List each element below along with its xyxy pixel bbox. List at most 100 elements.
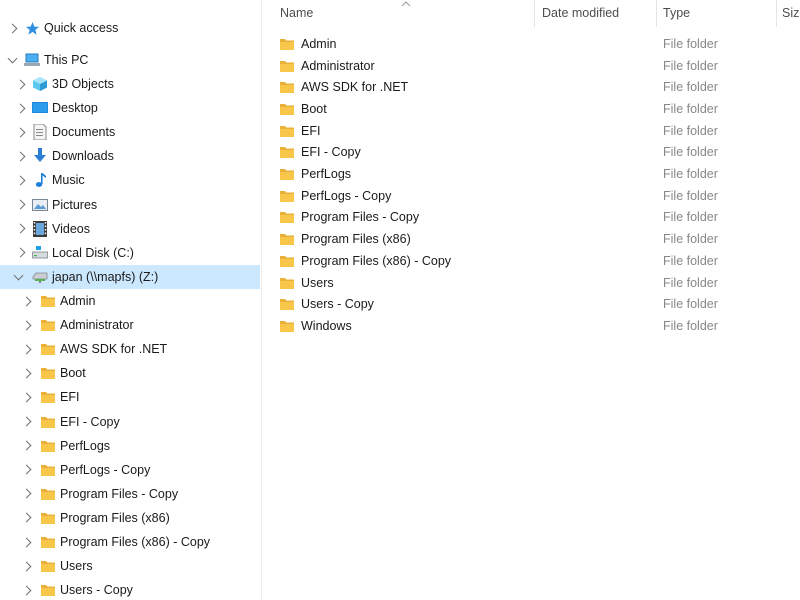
file-name: Program Files (x86) xyxy=(301,232,411,247)
network-drive-icon xyxy=(32,269,48,285)
chevron-right-icon[interactable] xyxy=(14,149,26,163)
nav-folder-label: Program Files (x86) - Copy xyxy=(60,535,211,549)
column-header-type[interactable]: Type xyxy=(663,0,690,27)
file-row[interactable]: Program Files (x86) File folder xyxy=(279,228,799,250)
file-name: EFI xyxy=(301,123,321,138)
nav-item-network-drive[interactable]: japan (\\mapfs) (Z:) xyxy=(0,265,260,289)
nav-item[interactable]: Music xyxy=(0,168,260,192)
chevron-right-icon[interactable] xyxy=(14,101,26,115)
documents-icon xyxy=(32,124,48,141)
nav-folder-label: Program Files - Copy xyxy=(60,486,179,501)
file-row[interactable]: Boot File folder xyxy=(279,98,799,120)
downloads-icon xyxy=(32,148,48,164)
nav-folder-item[interactable]: EFI xyxy=(0,385,260,409)
file-row[interactable]: EFI - Copy File folder xyxy=(279,142,799,164)
star-icon xyxy=(24,20,40,36)
file-type: File folder xyxy=(663,123,718,138)
file-row[interactable]: Windows File folder xyxy=(279,315,799,337)
nav-folder-item[interactable]: PerfLogs xyxy=(0,434,260,458)
nav-item[interactable]: 3D Objects xyxy=(0,72,260,96)
chevron-down-icon[interactable] xyxy=(12,270,24,284)
folder-icon xyxy=(40,558,56,574)
file-name: Program Files - Copy xyxy=(301,210,420,225)
nav-folder-item[interactable]: PerfLogs - Copy xyxy=(0,458,260,482)
chevron-right-icon[interactable] xyxy=(20,463,32,477)
nav-item-this-pc[interactable]: This PC xyxy=(0,48,260,72)
file-row[interactable]: Users File folder xyxy=(279,272,799,294)
column-header-name[interactable]: Name xyxy=(280,0,313,27)
nav-folder-item[interactable]: Administrator xyxy=(0,313,260,337)
chevron-down-icon[interactable] xyxy=(6,53,18,67)
chevron-right-icon[interactable] xyxy=(14,173,26,187)
nav-item-quick-access[interactable]: Quick access xyxy=(0,16,260,40)
file-name: AWS SDK for .NET xyxy=(301,80,409,95)
chevron-right-icon[interactable] xyxy=(20,318,32,332)
chevron-right-icon[interactable] xyxy=(14,222,26,236)
column-headers: Name Date modified Type Size xyxy=(263,0,800,27)
file-row[interactable]: Users - Copy File folder xyxy=(279,293,799,315)
column-header-date-modified[interactable]: Date modified xyxy=(542,0,619,27)
file-row[interactable]: PerfLogs File folder xyxy=(279,163,799,185)
chevron-right-icon[interactable] xyxy=(20,439,32,453)
file-row[interactable]: Program Files (x86) - Copy File folder xyxy=(279,250,799,272)
chevron-right-icon[interactable] xyxy=(20,583,32,597)
column-divider[interactable] xyxy=(656,0,657,27)
pictures-icon xyxy=(32,197,48,213)
file-row[interactable]: PerfLogs - Copy File folder xyxy=(279,185,799,207)
folder-icon xyxy=(40,365,56,381)
file-row[interactable]: Program Files - Copy File folder xyxy=(279,207,799,229)
chevron-right-icon[interactable] xyxy=(14,198,26,212)
nav-item[interactable]: Pictures xyxy=(0,193,260,217)
file-type: File folder xyxy=(663,318,718,333)
file-row[interactable]: EFI File folder xyxy=(279,120,799,142)
chevron-right-icon[interactable] xyxy=(6,21,18,35)
chevron-right-icon[interactable] xyxy=(14,125,26,139)
chevron-right-icon[interactable] xyxy=(20,535,32,549)
folder-icon xyxy=(40,317,56,333)
chevron-right-icon[interactable] xyxy=(20,294,32,308)
file-row[interactable]: Administrator File folder xyxy=(279,55,799,77)
column-header-size[interactable]: Size xyxy=(782,0,800,27)
nav-folder-item[interactable]: Users - Copy xyxy=(0,578,260,600)
folder-icon xyxy=(40,534,56,550)
chevron-right-icon[interactable] xyxy=(20,511,32,525)
chevron-right-icon[interactable] xyxy=(20,415,32,429)
sort-ascending-icon xyxy=(401,1,411,7)
nav-item[interactable]: Videos xyxy=(0,217,260,241)
nav-label-network-drive: japan (\\mapfs) (Z:) xyxy=(52,270,159,284)
nav-folder-item[interactable]: EFI - Copy xyxy=(0,410,260,434)
chevron-right-icon[interactable] xyxy=(20,559,32,573)
nav-folder-label: EFI - Copy xyxy=(60,414,120,429)
nav-folder-label: Users - Copy xyxy=(60,583,133,598)
file-row[interactable]: Admin File folder xyxy=(279,33,799,55)
nav-folder-item[interactable]: Program Files (x86) - Copy xyxy=(0,530,260,554)
file-list[interactable]: Name Date modified Type Size Admin File f… xyxy=(263,0,800,600)
computer-icon xyxy=(24,52,40,68)
chevron-right-icon[interactable] xyxy=(20,342,32,356)
chevron-right-icon[interactable] xyxy=(20,390,32,404)
nav-folder-item[interactable]: Boot xyxy=(0,361,260,385)
nav-item[interactable]: Downloads xyxy=(0,144,260,168)
file-type: File folder xyxy=(663,232,718,247)
nav-folder-item[interactable]: Admin xyxy=(0,289,260,313)
column-divider[interactable] xyxy=(776,0,777,27)
nav-item-label: Videos xyxy=(52,221,90,236)
nav-folder-item[interactable]: Program Files (x86) xyxy=(0,506,260,530)
chevron-right-icon[interactable] xyxy=(20,366,32,380)
nav-item[interactable]: Documents xyxy=(0,120,260,144)
nav-folder-item[interactable]: Program Files - Copy xyxy=(0,482,260,506)
music-icon xyxy=(32,172,48,188)
folder-icon xyxy=(279,37,295,51)
file-row[interactable]: AWS SDK for .NET File folder xyxy=(279,76,799,98)
folder-icon xyxy=(279,167,295,181)
chevron-right-icon[interactable] xyxy=(20,487,32,501)
navigation-pane[interactable]: Quick access This PC 3D Objects Desktop Do… xyxy=(0,0,262,600)
nav-folder-item[interactable]: AWS SDK for .NET xyxy=(0,337,260,361)
file-name: Admin xyxy=(301,36,337,51)
nav-item[interactable]: Desktop xyxy=(0,96,260,120)
nav-folder-item[interactable]: Users xyxy=(0,554,260,578)
nav-item[interactable]: Local Disk (C:) xyxy=(0,241,260,265)
chevron-right-icon[interactable] xyxy=(14,77,26,91)
column-divider[interactable] xyxy=(534,0,535,27)
chevron-right-icon[interactable] xyxy=(14,246,26,260)
